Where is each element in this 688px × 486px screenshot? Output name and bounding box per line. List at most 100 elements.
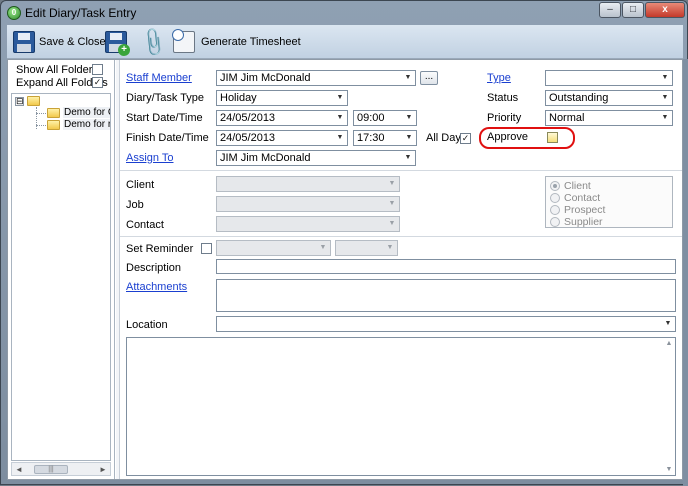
- contact-type-radio-group: Client Contact Prospect Supplier: [545, 176, 673, 228]
- save-close-button[interactable]: Save & Close: [13, 28, 106, 56]
- section-divider: [120, 236, 682, 237]
- finish-date-select[interactable]: 24/05/2013 ▼: [216, 130, 348, 146]
- start-time-value: 09:00: [357, 112, 385, 124]
- type-select[interactable]: ▼: [545, 70, 673, 86]
- description-label: Description: [126, 262, 182, 274]
- attachments-box[interactable]: [216, 279, 676, 312]
- paperclip-icon: 📎: [136, 26, 170, 59]
- diary-task-type-select[interactable]: Holiday ▼: [216, 90, 348, 106]
- radio-contact[interactable]: Contact: [550, 192, 600, 204]
- minimize-button[interactable]: –: [599, 2, 621, 18]
- finish-time-select[interactable]: 17:30 ▼: [353, 130, 417, 146]
- tree-item[interactable]: Demo for re: [63, 119, 110, 130]
- toolbar: Save & Close + 📎 Generate Timesheet: [7, 25, 683, 59]
- expand-all-folders-checkbox[interactable]: ✓: [92, 77, 103, 88]
- set-reminder-label: Set Reminder: [126, 243, 194, 255]
- assign-to-link[interactable]: Assign To: [126, 152, 174, 164]
- chevron-down-icon: ▼: [661, 74, 669, 81]
- save-disk-icon: [13, 31, 35, 53]
- folder-icon: [47, 120, 60, 130]
- job-label: Job: [126, 199, 144, 211]
- content-area: Show All Folders Expand All Folders ✓ ⊟ …: [7, 59, 683, 480]
- chevron-down-icon: ▼: [664, 320, 672, 327]
- location-label: Location: [126, 319, 168, 331]
- start-datetime-label: Start Date/Time: [126, 112, 203, 124]
- generate-timesheet-label: Generate Timesheet: [201, 36, 301, 48]
- scroll-down-icon[interactable]: ▼: [663, 466, 675, 473]
- tree-horizontal-scrollbar[interactable]: ◄ ||| ►: [11, 462, 111, 476]
- approve-checkbox[interactable]: [547, 132, 558, 143]
- status-select[interactable]: Outstanding ▼: [545, 90, 673, 106]
- tree-item[interactable]: Demo for C: [63, 107, 110, 118]
- attachments-link[interactable]: Attachments: [126, 281, 187, 293]
- notes-textarea[interactable]: ▲ ▼: [126, 337, 676, 476]
- finish-date-value: 24/05/2013: [220, 132, 276, 144]
- description-input[interactable]: [216, 259, 676, 274]
- folder-icon: [47, 108, 60, 118]
- chevron-down-icon: ▼: [319, 244, 327, 251]
- status-label: Status: [487, 92, 519, 104]
- set-reminder-checkbox[interactable]: [201, 243, 212, 254]
- finish-time-value: 17:30: [357, 132, 385, 144]
- start-time-select[interactable]: 09:00 ▼: [353, 110, 417, 126]
- status-value: Outstanding: [549, 92, 609, 104]
- approve-label: Approve: [487, 131, 528, 143]
- show-all-folders-checkbox[interactable]: [92, 64, 103, 75]
- app-icon: 0: [7, 6, 21, 20]
- plus-icon: +: [118, 44, 130, 56]
- show-all-folders-label: Show All Folders: [16, 64, 98, 76]
- start-date-select[interactable]: 24/05/2013 ▼: [216, 110, 348, 126]
- chevron-down-icon: ▼: [405, 134, 413, 141]
- save-new-icon: +: [105, 31, 130, 56]
- type-link[interactable]: Type: [487, 72, 511, 84]
- reminder-time-select[interactable]: ▼: [335, 240, 398, 256]
- diary-task-type-value: Holiday: [220, 92, 257, 104]
- attach-button[interactable]: 📎: [137, 26, 170, 58]
- radio-supplier[interactable]: Supplier: [550, 216, 603, 228]
- save-new-button[interactable]: +: [105, 28, 130, 56]
- reminder-date-select[interactable]: ▼: [216, 240, 331, 256]
- chevron-down-icon: ▼: [661, 114, 669, 121]
- client-select[interactable]: ▼: [216, 176, 400, 192]
- contact-select[interactable]: ▼: [216, 216, 400, 232]
- maximize-button[interactable]: □: [622, 2, 644, 18]
- chevron-down-icon: ▼: [336, 94, 344, 101]
- radio-button-icon: [550, 193, 560, 203]
- save-close-label: Save & Close: [39, 36, 106, 48]
- entry-form: Staff Member JIM Jim McDonald ▼ ... Type…: [120, 60, 682, 479]
- contact-label: Contact: [126, 219, 164, 231]
- scroll-left-icon[interactable]: ◄: [13, 464, 25, 475]
- radio-prospect[interactable]: Prospect: [550, 204, 605, 216]
- priority-select[interactable]: Normal ▼: [545, 110, 673, 126]
- scroll-thumb[interactable]: |||: [34, 465, 68, 474]
- tree-collapse-toggle[interactable]: ⊟: [15, 97, 24, 106]
- scroll-up-icon[interactable]: ▲: [663, 340, 675, 347]
- diary-task-type-label: Diary/Task Type: [126, 92, 205, 104]
- radio-client[interactable]: Client: [550, 180, 591, 192]
- notes-vertical-scrollbar[interactable]: ▲ ▼: [663, 338, 675, 475]
- staff-member-link[interactable]: Staff Member: [126, 72, 192, 84]
- title-bar: 0 Edit Diary/Task Entry – □ x: [1, 1, 687, 25]
- radio-button-icon: [550, 181, 560, 191]
- chevron-down-icon: ▼: [386, 244, 394, 251]
- show-all-folders-row: Show All Folders: [16, 63, 98, 77]
- close-button[interactable]: x: [645, 2, 685, 18]
- chevron-down-icon: ▼: [336, 134, 344, 141]
- folder-pane: Show All Folders Expand All Folders ✓ ⊟ …: [8, 60, 115, 479]
- all-day-checkbox[interactable]: ✓: [460, 133, 471, 144]
- generate-timesheet-button[interactable]: Generate Timesheet: [172, 28, 301, 56]
- root-folder-icon[interactable]: [27, 96, 40, 106]
- staff-lookup-button[interactable]: ...: [420, 71, 438, 85]
- assign-to-select[interactable]: JIM Jim McDonald ▼: [216, 150, 416, 166]
- priority-value: Normal: [549, 112, 585, 124]
- staff-member-select[interactable]: JIM Jim McDonald ▼: [216, 70, 416, 86]
- start-date-value: 24/05/2013: [220, 112, 276, 124]
- scroll-right-icon[interactable]: ►: [97, 464, 109, 475]
- location-select[interactable]: ▼: [216, 316, 676, 332]
- chevron-down-icon: ▼: [388, 180, 396, 187]
- chevron-down-icon: ▼: [661, 94, 669, 101]
- chevron-down-icon: ▼: [405, 114, 413, 121]
- job-select[interactable]: ▼: [216, 196, 400, 212]
- section-divider: [120, 170, 682, 171]
- chevron-down-icon: ▼: [404, 74, 412, 81]
